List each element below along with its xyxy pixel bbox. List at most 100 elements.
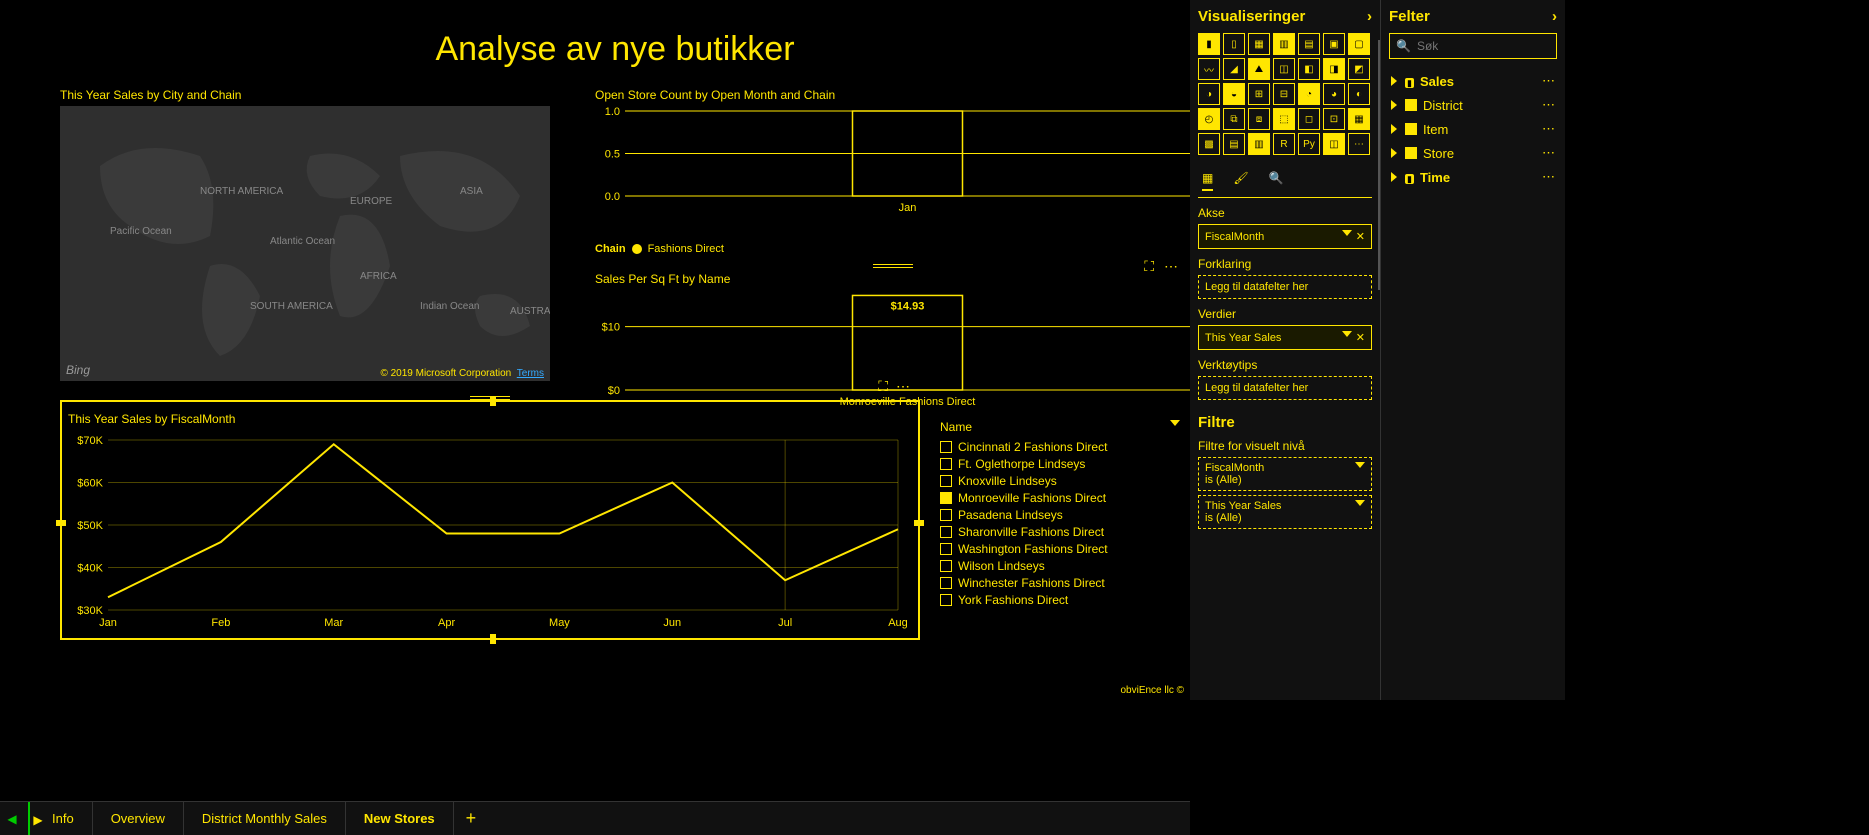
more-options-icon[interactable]: ⋯ bbox=[1164, 258, 1180, 275]
chevron-down-icon[interactable] bbox=[1355, 462, 1365, 468]
page-tab[interactable]: District Monthly Sales bbox=[184, 802, 346, 835]
chevron-down-icon[interactable] bbox=[1342, 230, 1352, 236]
checkbox[interactable] bbox=[940, 594, 952, 606]
collapse-icon[interactable]: › bbox=[1367, 8, 1372, 25]
vis-type-icon[interactable]: ◑ bbox=[1198, 83, 1220, 105]
vis-type-icon[interactable]: Py bbox=[1298, 133, 1320, 155]
format-tab-icon[interactable]: 🖌 bbox=[1233, 171, 1248, 191]
checkbox[interactable] bbox=[940, 577, 952, 589]
vis-type-icon[interactable]: ◨ bbox=[1323, 58, 1345, 80]
checkbox[interactable] bbox=[940, 526, 952, 538]
checkbox[interactable] bbox=[940, 509, 952, 521]
slicer-item[interactable]: Ft. Oglethorpe Lindseys bbox=[940, 457, 1190, 471]
field-table[interactable]: Item⋯ bbox=[1389, 117, 1557, 141]
vis-type-icon[interactable]: R bbox=[1273, 133, 1295, 155]
vis-type-icon[interactable]: ⧈ bbox=[1248, 108, 1270, 130]
remove-field-icon[interactable]: ✕ bbox=[1356, 230, 1365, 243]
vis-type-icon[interactable]: ◫ bbox=[1273, 58, 1295, 80]
vis-type-icon[interactable]: ◕ bbox=[1323, 83, 1345, 105]
filter-thisyearsales[interactable]: This Year Sales is (Alle) bbox=[1198, 495, 1372, 529]
slicer-item[interactable]: Winchester Fashions Direct bbox=[940, 576, 1190, 590]
vis-type-icon[interactable]: ▩ bbox=[1198, 133, 1220, 155]
vis-type-icon[interactable]: ◒ bbox=[1223, 83, 1245, 105]
vis-type-icon[interactable]: ▮ bbox=[1198, 33, 1220, 55]
vis-type-icon[interactable]: ▯ bbox=[1223, 33, 1245, 55]
search-input[interactable] bbox=[1417, 39, 1572, 53]
vis-type-icon[interactable]: ⧉ bbox=[1223, 108, 1245, 130]
slicer-item[interactable]: Sharonville Fashions Direct bbox=[940, 525, 1190, 539]
vis-type-icon[interactable]: ◢ bbox=[1223, 58, 1245, 80]
field-table[interactable]: District⋯ bbox=[1389, 93, 1557, 117]
vis-type-icon[interactable]: ▤ bbox=[1298, 33, 1320, 55]
tooltips-well[interactable]: Legg til datafelter her bbox=[1198, 376, 1372, 400]
vis-type-icon[interactable]: ◴ bbox=[1198, 108, 1220, 130]
field-table[interactable]: ▮Time⋯ bbox=[1389, 165, 1557, 189]
vis-type-icon[interactable]: ▦ bbox=[1348, 108, 1370, 130]
vis-type-icon[interactable]: ⬚ bbox=[1273, 108, 1295, 130]
forklaring-well[interactable]: Legg til datafelter her bbox=[1198, 275, 1372, 299]
vis-type-icon[interactable]: ▤ bbox=[1223, 133, 1245, 155]
chevron-down-icon[interactable] bbox=[1170, 420, 1180, 426]
checkbox[interactable] bbox=[940, 458, 952, 470]
more-options-icon[interactable]: ⋯ bbox=[896, 378, 912, 395]
slicer-item[interactable]: York Fashions Direct bbox=[940, 593, 1190, 607]
vis-type-icon[interactable]: ◫ bbox=[1323, 133, 1345, 155]
vis-type-icon[interactable]: ▦ bbox=[1248, 33, 1270, 55]
focus-mode-icon[interactable]: ⛶ bbox=[878, 378, 888, 395]
filter-fiscalmonth[interactable]: FiscalMonth is (Alle) bbox=[1198, 457, 1372, 491]
page-tab[interactable]: Overview bbox=[93, 802, 184, 835]
vis-type-icon[interactable]: ◻ bbox=[1298, 108, 1320, 130]
vis-type-icon[interactable]: ⊟ bbox=[1273, 83, 1295, 105]
verdier-field-well[interactable]: This Year Sales ✕ bbox=[1198, 325, 1372, 350]
focus-mode-icon[interactable]: ⛶ bbox=[1144, 258, 1154, 275]
more-icon[interactable]: ⋯ bbox=[1542, 145, 1557, 161]
checkbox[interactable] bbox=[940, 492, 952, 504]
vis-type-icon[interactable]: ▥ bbox=[1273, 33, 1295, 55]
vis-type-icon[interactable]: ▢ bbox=[1348, 33, 1370, 55]
map-terms-link[interactable]: Terms bbox=[517, 368, 544, 379]
open-store-chart[interactable]: Open Store Count by Open Month and Chain… bbox=[595, 88, 1190, 255]
slicer-item[interactable]: Washington Fashions Direct bbox=[940, 542, 1190, 556]
vis-type-icon[interactable]: ⋯ bbox=[1348, 133, 1370, 155]
field-table[interactable]: Store⋯ bbox=[1389, 141, 1557, 165]
vis-type-icon[interactable]: ⊞ bbox=[1248, 83, 1270, 105]
page-tab[interactable]: New Stores bbox=[346, 802, 454, 835]
slicer-item[interactable]: Monroeville Fashions Direct bbox=[940, 491, 1190, 505]
line-chart-visual[interactable]: ⛶ ⋯ This Year Sales by FiscalMonth $30K$… bbox=[60, 400, 920, 640]
slicer-item[interactable]: Cincinnati 2 Fashions Direct bbox=[940, 440, 1190, 454]
checkbox[interactable] bbox=[940, 543, 952, 555]
vis-type-icon[interactable]: ◧ bbox=[1298, 58, 1320, 80]
vis-type-icon[interactable]: ⊡ bbox=[1323, 108, 1345, 130]
checkbox[interactable] bbox=[940, 441, 952, 453]
grip-handle[interactable] bbox=[470, 396, 510, 400]
slicer-item[interactable]: Pasadena Lindseys bbox=[940, 508, 1190, 522]
checkbox[interactable] bbox=[940, 475, 952, 487]
grip-handle[interactable] bbox=[873, 264, 913, 268]
slicer-item[interactable]: Knoxville Lindseys bbox=[940, 474, 1190, 488]
more-icon[interactable]: ⋯ bbox=[1542, 121, 1557, 137]
more-icon[interactable]: ⋯ bbox=[1542, 73, 1557, 89]
more-icon[interactable]: ⋯ bbox=[1542, 169, 1557, 185]
vis-type-icon[interactable]: ⛰ bbox=[1248, 58, 1270, 80]
prev-page-arrow[interactable]: ◀ bbox=[0, 812, 24, 826]
vis-type-icon[interactable]: 〰 bbox=[1198, 58, 1220, 80]
fields-search[interactable]: 🔍 bbox=[1389, 33, 1557, 59]
more-icon[interactable]: ⋯ bbox=[1542, 97, 1557, 113]
remove-field-icon[interactable]: ✕ bbox=[1356, 331, 1365, 344]
map-visual[interactable]: This Year Sales by City and Chain NORTH … bbox=[60, 88, 550, 381]
vis-type-icon[interactable]: ▥ bbox=[1248, 133, 1270, 155]
fields-tab-icon[interactable]: ▦ bbox=[1202, 171, 1213, 191]
vis-type-icon[interactable]: ▣ bbox=[1323, 33, 1345, 55]
chevron-down-icon[interactable] bbox=[1342, 331, 1352, 337]
chevron-down-icon[interactable] bbox=[1355, 500, 1365, 506]
add-page-button[interactable]: + bbox=[454, 808, 489, 829]
field-table[interactable]: ▮Sales⋯ bbox=[1389, 69, 1557, 93]
name-slicer[interactable]: Name Cincinnati 2 Fashions DirectFt. Ogl… bbox=[940, 420, 1190, 610]
checkbox[interactable] bbox=[940, 560, 952, 572]
slicer-item[interactable]: Wilson Lindseys bbox=[940, 559, 1190, 573]
vis-type-icon[interactable]: ◐ bbox=[1348, 83, 1370, 105]
analytics-tab-icon[interactable]: 🔍 bbox=[1269, 171, 1284, 191]
collapse-icon[interactable]: › bbox=[1552, 8, 1557, 25]
next-page-arrow[interactable]: ▶ bbox=[26, 813, 50, 827]
akse-field-well[interactable]: FiscalMonth ✕ bbox=[1198, 224, 1372, 249]
